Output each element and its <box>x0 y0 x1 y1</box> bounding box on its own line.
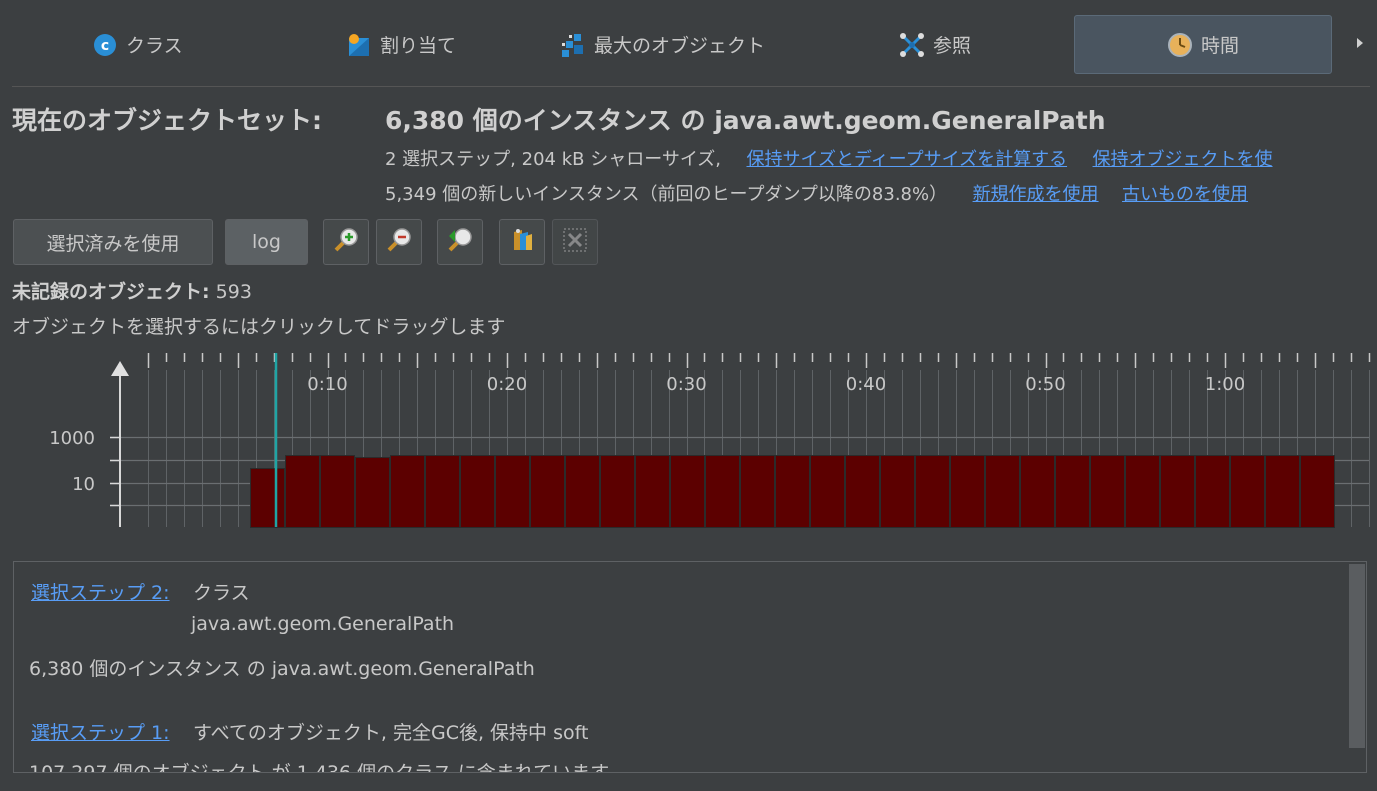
y-axis-arrow-icon <box>111 361 129 376</box>
histogram-bar <box>1265 455 1300 528</box>
unrecorded-objects: 未記録のオブジェクト: 593 <box>12 277 252 304</box>
step2-summary: 6,380 個のインスタンス の java.awt.geom.GeneralPa… <box>29 658 535 680</box>
clear-selection-button[interactable] <box>552 219 598 265</box>
step2-class: java.awt.geom.GeneralPath <box>191 613 455 635</box>
tab-label: 割り当て <box>380 35 457 57</box>
x-tick-label: 0:50 <box>1025 374 1065 395</box>
log-scale-toggle[interactable]: log <box>225 219 308 265</box>
zoom-out-icon <box>385 226 413 258</box>
histogram-bar <box>250 468 285 528</box>
zoom-fit-button[interactable] <box>437 219 483 265</box>
title-label: 現在のオブジェクトセット: <box>12 106 322 135</box>
selection-step-1-link[interactable]: 選択ステップ 1: <box>31 722 170 744</box>
histogram-bar <box>425 455 460 528</box>
time-histogram-chart[interactable]: 0:10 0:20 0:30 0:40 0:50 1:00 1000 10 <box>0 345 1377 535</box>
drag-select-hint: オブジェクトを選択するにはクリックしてドラッグします <box>12 316 506 338</box>
histogram-bar <box>1055 455 1090 528</box>
view-tab-bar: c クラス 割り当て 最大のオブジェクト 参照 時間 <box>0 0 1377 88</box>
step1-summary: 107,297 個のオブジェクト が 1,436 個のクラス に含まれています <box>29 762 610 773</box>
histogram-bar <box>950 455 985 528</box>
histogram-bar <box>460 455 495 528</box>
use-selected-button[interactable]: 選択済みを使用 <box>13 219 213 265</box>
histogram-bar <box>285 455 320 528</box>
references-icon <box>899 32 925 58</box>
chart-bars <box>250 455 1335 528</box>
step1-description: すべてのオブジェクト, 完全GC後, 保持中 soft <box>193 722 589 744</box>
zoom-in-button[interactable] <box>323 219 369 265</box>
histogram-bar <box>775 455 810 528</box>
zoom-fit-icon <box>446 226 474 258</box>
histogram-bar <box>880 455 915 528</box>
histogram-bar <box>1300 455 1335 528</box>
allocation-icon <box>346 32 372 58</box>
new-instances-row: 5,349 個の新しいインスタンス（前回のヒープダンプ以降の83.8%） 新規作… <box>385 180 1248 206</box>
tab-time[interactable]: 時間 <box>1074 15 1332 74</box>
histogram-bar <box>1160 455 1195 528</box>
histogram-bar <box>355 457 390 528</box>
step2-type: クラス <box>193 582 250 604</box>
histogram-bar <box>670 455 705 528</box>
unrecorded-count: 593 <box>215 281 252 303</box>
use-new-link[interactable]: 新規作成を使用 <box>973 184 1099 205</box>
x-tick-label: 0:20 <box>487 374 527 395</box>
histogram-bar <box>600 455 635 528</box>
histogram-bar <box>495 455 530 528</box>
steps-text: 2 選択ステップ, 204 kB シャローサイズ, <box>385 149 722 170</box>
biggest-objects-icon <box>560 32 586 58</box>
histogram-bar <box>915 455 950 528</box>
use-old-link[interactable]: 古いものを使用 <box>1122 184 1248 205</box>
tab-references[interactable]: 参照 <box>899 15 971 74</box>
zoom-in-icon <box>332 226 360 258</box>
y-axis-labels: 1000 10 <box>49 428 95 495</box>
x-tick-label: 1:00 <box>1205 374 1245 395</box>
tab-separator <box>12 86 1370 87</box>
zoom-out-button[interactable] <box>376 219 422 265</box>
tab-allocations[interactable]: 割り当て <box>346 15 456 74</box>
panel-scrollbar-thumb[interactable] <box>1349 564 1365 748</box>
current-object-set-title: 現在のオブジェクトセット: 6,380 個のインスタンス の java.awt.… <box>12 101 1106 137</box>
histogram-bar <box>1195 455 1230 528</box>
histogram-bar <box>810 455 845 528</box>
use-retained-objects-link[interactable]: 保持オブジェクトを使 <box>1093 149 1273 170</box>
clock-icon <box>1167 32 1193 58</box>
selection-steps-panel: 選択ステップ 2: クラス java.awt.geom.GeneralPath … <box>13 561 1367 773</box>
tags-icon <box>508 226 536 258</box>
histogram-bar <box>390 455 425 528</box>
tab-label: クラス <box>126 35 183 57</box>
unrecorded-label: 未記録のオブジェクト: <box>12 281 210 303</box>
histogram-bar <box>705 455 740 528</box>
tab-biggest-objects[interactable]: 最大のオブジェクト <box>560 15 765 74</box>
histogram-bar <box>1020 455 1055 528</box>
histogram-bar <box>530 455 565 528</box>
x-tick-label: 0:40 <box>846 374 886 395</box>
y-tick-label: 10 <box>72 474 95 495</box>
x-tick-label: 0:10 <box>307 374 347 395</box>
new-instances-text: 5,349 個の新しいインスタンス（前回のヒープダンプ以降の83.8%） <box>385 184 948 205</box>
histogram-bar <box>845 455 880 528</box>
histogram-bar <box>565 455 600 528</box>
x-tick-label: 0:30 <box>666 374 706 395</box>
tag-objects-button[interactable] <box>499 219 545 265</box>
title-value: 6,380 個のインスタンス の java.awt.geom.GeneralPa… <box>385 106 1106 135</box>
calculate-sizes-link[interactable]: 保持サイズとディープサイズを計算する <box>746 149 1067 170</box>
selection-steps-row: 2 選択ステップ, 204 kB シャローサイズ, 保持サイズとディープサイズを… <box>385 145 1273 171</box>
panel-scrollbar[interactable] <box>1348 562 1366 772</box>
y-tick-label: 1000 <box>49 428 95 449</box>
histogram-bar <box>1125 455 1160 528</box>
histogram-bar <box>985 455 1020 528</box>
tab-label: 最大のオブジェクト <box>594 35 766 57</box>
more-tabs-arrow-icon[interactable] <box>1357 38 1363 48</box>
tab-classes[interactable]: c クラス <box>92 15 183 74</box>
histogram-bar <box>740 455 775 528</box>
selection-step-2-link[interactable]: 選択ステップ 2: <box>31 582 170 604</box>
class-icon: c <box>92 32 118 58</box>
histogram-bar <box>1090 455 1125 528</box>
histogram-bar <box>635 455 670 528</box>
svg-text:c: c <box>101 38 109 54</box>
tab-label: 時間 <box>1200 35 1239 57</box>
histogram-bar <box>320 455 355 528</box>
histogram-bar <box>1230 455 1265 528</box>
clear-selection-icon <box>561 226 589 258</box>
tab-label: 参照 <box>933 35 972 57</box>
